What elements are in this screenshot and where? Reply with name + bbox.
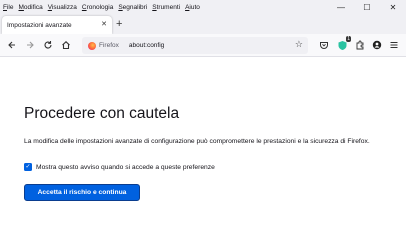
- menu-modifica[interactable]: Modifica: [19, 4, 43, 11]
- menu-file-label: ile: [6, 3, 14, 11]
- minimize-icon: —: [337, 2, 345, 12]
- forward-icon[interactable]: [24, 39, 36, 51]
- menu-items: File Modifica Visualizza Cronologia Segn…: [0, 4, 205, 11]
- identity-label: Firefox: [99, 42, 119, 49]
- tab-bar: Impostazioni avanzate ✕ +: [0, 14, 406, 34]
- menu-aiuto-label: iuto: [189, 3, 200, 11]
- close-window-button[interactable]: ✕: [380, 0, 406, 14]
- url-text[interactable]: about:config: [129, 42, 164, 49]
- menu-icon[interactable]: [388, 39, 400, 51]
- menu-cronologia-label: ronologia: [86, 3, 114, 11]
- menu-aiuto[interactable]: Aiuto: [185, 4, 200, 11]
- account-icon[interactable]: [371, 39, 383, 51]
- new-tab-button[interactable]: +: [116, 18, 122, 30]
- bookmark-star-icon[interactable]: ☆: [295, 39, 303, 50]
- back-icon[interactable]: [6, 39, 18, 51]
- menu-bar: File Modifica Visualizza Cronologia Segn…: [0, 0, 406, 14]
- accept-risk-button[interactable]: Accetta il rischio e continua: [24, 184, 140, 201]
- menu-visualizza[interactable]: Visualizza: [48, 4, 77, 11]
- show-warning-checkbox[interactable]: ✓: [24, 163, 32, 171]
- home-icon[interactable]: [60, 39, 72, 51]
- maximize-button[interactable]: ☐: [354, 0, 380, 14]
- extension-badge: 1: [346, 36, 351, 42]
- url-bar[interactable]: Firefox about:config ☆: [82, 37, 308, 54]
- warning-description: La modifica delle impostazioni avanzate …: [24, 138, 370, 145]
- menu-file[interactable]: File: [3, 4, 14, 11]
- menu-strumenti-label: trumenti: [156, 3, 181, 11]
- menu-segnalibri-label: egnalibri: [122, 3, 148, 11]
- menu-strumenti[interactable]: Strumenti: [152, 4, 180, 11]
- firefox-icon: [88, 41, 96, 50]
- window-controls: — ☐ ✕: [328, 0, 406, 14]
- menu-visualizza-label: isualizza: [51, 3, 77, 11]
- tab-title: Impostazioni avanzate: [7, 21, 72, 29]
- navigation-toolbar: Firefox about:config ☆ 1: [0, 34, 406, 57]
- show-warning-label: Mostra questo avviso quando si accede a …: [36, 163, 215, 171]
- show-warning-option[interactable]: ✓ Mostra questo avviso quando si accede …: [24, 163, 215, 171]
- menu-segnalibri[interactable]: Segnalibri: [118, 4, 147, 11]
- maximize-icon: ☐: [363, 2, 371, 12]
- tab-impostazioni-avanzate[interactable]: Impostazioni avanzate ✕: [2, 16, 112, 34]
- page-title: Procedere con cautela: [24, 105, 180, 122]
- menu-cronologia[interactable]: Cronologia: [82, 4, 113, 11]
- close-icon: ✕: [389, 2, 397, 12]
- tab-close-icon[interactable]: ✕: [101, 20, 107, 28]
- pocket-icon[interactable]: [318, 39, 330, 51]
- puzzle-icon[interactable]: [354, 39, 366, 51]
- extension-icon[interactable]: 1: [336, 36, 351, 51]
- reload-icon[interactable]: [42, 39, 54, 51]
- menu-modifica-label: odifica: [23, 3, 43, 11]
- page-content: Procedere con cautela La modifica delle …: [0, 57, 406, 250]
- minimize-button[interactable]: —: [328, 0, 354, 14]
